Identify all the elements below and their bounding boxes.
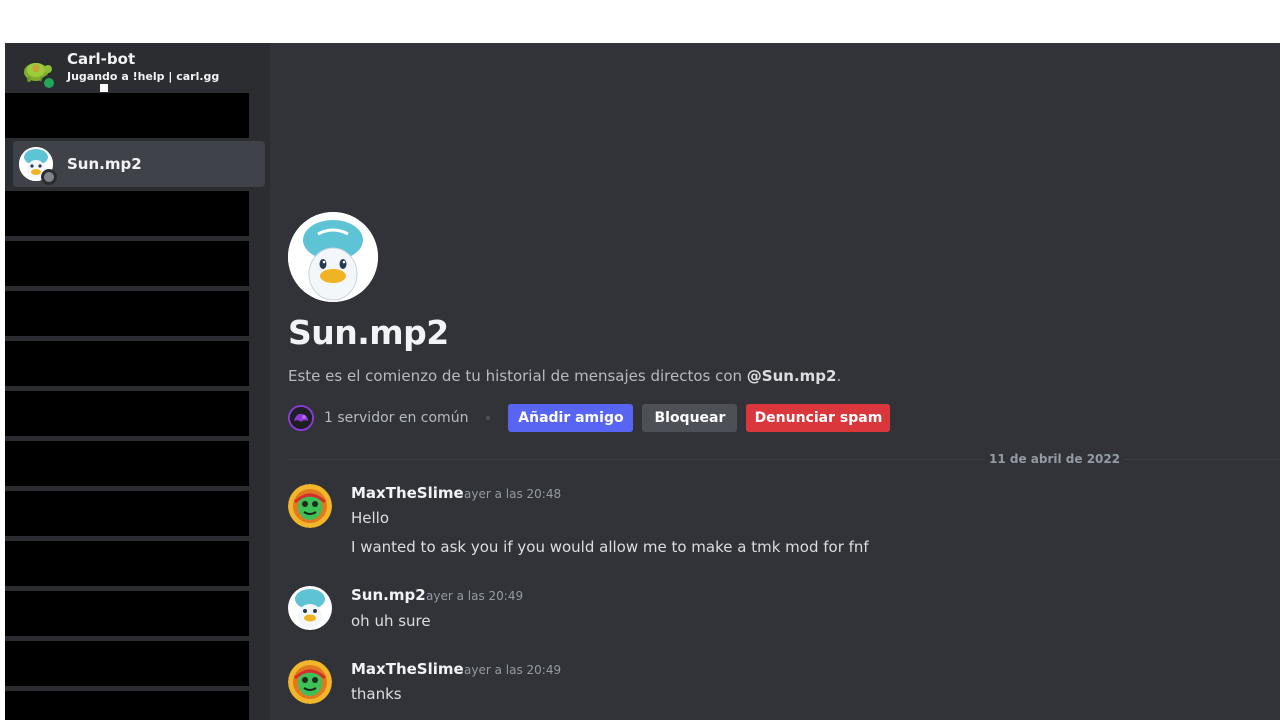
message-timestamp: ayer a las 20:48 <box>464 487 562 501</box>
profile-avatar-icon[interactable] <box>288 212 378 302</box>
dm-name: Sun.mp2 <box>67 155 142 173</box>
redacted-block <box>5 641 249 686</box>
dm-sidebar: Carl-bot Jugando a !help | carl.gg Sun.m… <box>5 43 270 720</box>
redacted-block <box>5 241 249 286</box>
dm-intro-text: Este es el comienzo de tu historial de m… <box>288 367 841 385</box>
mutual-servers-link[interactable]: 1 servidor en común <box>324 410 468 426</box>
profile-actions: 1 servidor en común Añadir amigo Bloquea… <box>288 404 899 432</box>
offline-status-dot <box>41 169 57 185</box>
message-author[interactable]: MaxTheSlime <box>351 484 464 502</box>
message-text: I wanted to ask you if you would allow m… <box>351 538 869 556</box>
redacted-block <box>5 341 249 386</box>
duck-avatar-icon[interactable] <box>288 586 332 630</box>
block-button[interactable]: Bloquear <box>642 404 738 432</box>
bot-profile-row[interactable]: Carl-bot Jugando a !help | carl.gg <box>13 47 265 93</box>
redacted-block <box>5 491 249 536</box>
redacted-block <box>5 291 249 336</box>
message-author[interactable]: MaxTheSlime <box>351 660 464 678</box>
report-spam-button[interactable]: Denunciar spam <box>746 404 891 432</box>
redacted-block <box>5 441 249 486</box>
top-blank-strip <box>0 0 1280 43</box>
intro-prefix: Este es el comienzo de tu historial de m… <box>288 367 747 385</box>
message-author[interactable]: Sun.mp2 <box>351 586 426 604</box>
message-text: thanks <box>351 685 402 703</box>
mutual-server-icon[interactable] <box>288 405 314 431</box>
message-text: oh uh sure <box>351 612 431 630</box>
dm-item-sun-mp2[interactable]: Sun.mp2 <box>13 141 265 187</box>
slime-avatar-icon[interactable] <box>288 484 332 528</box>
redacted-block <box>5 191 249 236</box>
date-divider-label: 11 de abril de 2022 <box>985 452 1125 466</box>
dm-chat-panel: Sun.mp2 Este es el comienzo de tu histor… <box>270 43 1280 720</box>
bot-activity: Jugando a !help | carl.gg <box>67 70 220 83</box>
intro-handle[interactable]: @Sun.mp2 <box>747 367 837 385</box>
redacted-block <box>5 93 249 138</box>
redaction-artifact <box>100 84 108 92</box>
date-divider-line <box>288 459 1280 460</box>
bot-name: Carl-bot <box>67 50 136 68</box>
intro-suffix: . <box>836 367 842 385</box>
message-timestamp: ayer a las 20:49 <box>426 589 524 603</box>
separator-dot <box>486 416 491 420</box>
redacted-block <box>5 541 249 586</box>
online-status-dot <box>41 75 57 91</box>
add-friend-button[interactable]: Añadir amigo <box>508 404 634 432</box>
message-text: Hello <box>351 509 390 527</box>
slime-avatar-icon[interactable] <box>288 660 332 704</box>
redacted-block <box>5 591 249 636</box>
message-timestamp: ayer a las 20:49 <box>464 663 562 677</box>
profile-name: Sun.mp2 <box>288 313 449 352</box>
redacted-block <box>5 691 249 720</box>
redacted-block <box>5 391 249 436</box>
